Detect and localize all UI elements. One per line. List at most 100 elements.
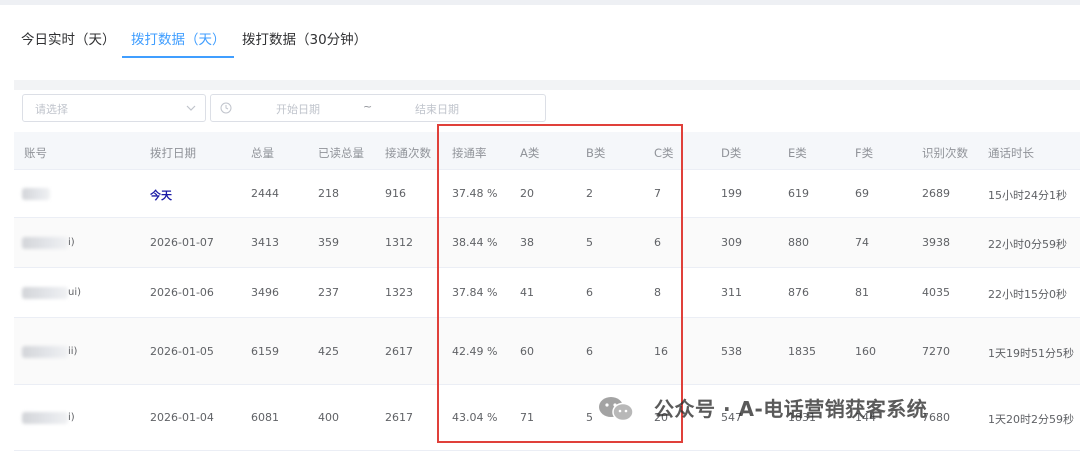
cell-c: 6 [654,236,661,249]
account-name-redacted [22,346,68,358]
cell-duration: 15小时24分1秒 [988,189,1067,202]
watermark-text: 公众号 · A-电话营销获客系统 [654,397,928,421]
account-name-redacted [22,188,50,200]
cell-f: 81 [855,286,869,299]
cell-a: 41 [520,286,534,299]
cell-total: 3413 [251,236,279,249]
cell-d: 538 [721,345,742,358]
account-name-redacted [22,237,68,249]
column-header-date: 拨打日期 [150,146,196,160]
cell-rate: 37.84 % [452,286,498,299]
column-header-read: 已读总量 [318,146,364,160]
account-select[interactable]: 请选择 [22,94,206,122]
account-name-suffix: i) [68,412,75,423]
cell-read: 425 [318,345,339,358]
cell-read: 400 [318,411,339,424]
date-range-separator: ~ [363,100,373,113]
table-row: i) 2026-01-07 3413 359 1312 38.44 % 38 5 6 309 880… [14,218,1080,268]
cell-read: 237 [318,286,339,299]
cell-b: 5 [586,236,593,249]
column-header-f: F类 [855,146,874,160]
account-name-suffix: i) [68,237,75,248]
cell-total: 6159 [251,345,279,358]
cell-date: 2026-01-06 [150,286,214,299]
cell-total: 2444 [251,187,279,200]
chevron-down-icon [186,105,196,111]
cell-b: 5 [586,411,593,424]
table-row: ui) 2026-01-06 3496 237 1323 37.84 % 41 6 8 311 87… [14,268,1080,318]
column-header-duration: 通话时长 [988,146,1034,160]
active-tab-indicator [122,56,234,58]
column-header-c: C类 [654,146,674,160]
cell-e: 876 [788,286,809,299]
cell-connected: 2617 [385,345,413,358]
table-header: 账号 拨打日期 总量 已读总量 接通次数 接通率 A类 B类 C类 D类 E类 F类 识别次数 通话时长 [14,132,1080,170]
tab-30min-call-data[interactable]: 拨打数据（30分钟） [242,28,367,48]
column-header-d: D类 [721,146,742,160]
cell-recognized: 3938 [922,236,950,249]
wechat-icon [599,397,634,422]
column-header-total: 总量 [251,146,274,160]
account-name-redacted [22,287,68,299]
cell-connected: 1312 [385,236,413,249]
cell-f: 69 [855,187,869,200]
cell-f: 160 [855,345,876,358]
cell-total: 3496 [251,286,279,299]
cell-c: 7 [654,187,661,200]
column-header-a: A类 [520,146,540,160]
column-header-connected: 接通次数 [385,146,431,160]
cell-connected: 1323 [385,286,413,299]
date-range-picker[interactable]: 开始日期 ~ 结束日期 [210,94,546,122]
cell-read: 359 [318,236,339,249]
cell-b: 6 [586,286,593,299]
account-name-suffix: ii) [68,346,78,357]
cell-recognized: 7270 [922,345,950,358]
cell-date: 2026-01-05 [150,345,214,358]
start-date-input[interactable]: 开始日期 [276,101,320,117]
cell-a: 60 [520,345,534,358]
tab-daily-call-data[interactable]: 拨打数据（天） [131,28,226,48]
cell-b: 6 [586,345,593,358]
clock-icon [220,102,232,114]
table-row: ii) 2026-01-05 6159 425 2617 42.49 % 60 6 16 538 1… [14,318,1080,385]
cell-rate: 43.04 % [452,411,498,424]
cell-d: 311 [721,286,742,299]
column-header-account: 账号 [24,146,47,160]
cell-e: 1835 [788,345,816,358]
account-select-placeholder: 请选择 [35,103,68,116]
cell-e: 880 [788,236,809,249]
cell-date: 今天 [150,189,172,202]
account-name-suffix: ui) [68,287,82,298]
cell-connected: 916 [385,187,406,200]
cell-a: 38 [520,236,534,249]
cell-recognized: 2689 [922,187,950,200]
account-name-redacted [22,412,68,424]
end-date-input[interactable]: 结束日期 [415,101,459,117]
cell-rate: 38.44 % [452,236,498,249]
cell-connected: 2617 [385,411,413,424]
cell-e: 619 [788,187,809,200]
table-row: 今天 2444 218 916 37.48 % 20 2 7 199 619 69 2689 15小时2… [14,170,1080,218]
cell-rate: 37.48 % [452,187,498,200]
column-header-b: B类 [586,146,606,160]
cell-c: 8 [654,286,661,299]
tab-bar: 今日实时（天） 拨打数据（天） 拨打数据（30分钟） [0,24,1080,60]
cell-duration: 22小时15分0秒 [988,288,1067,301]
top-bar [0,0,1080,5]
cell-date: 2026-01-04 [150,411,214,424]
cell-a: 20 [520,187,534,200]
cell-read: 218 [318,187,339,200]
cell-a: 71 [520,411,534,424]
cell-recognized: 4035 [922,286,950,299]
cell-c: 16 [654,345,668,358]
tab-today-realtime[interactable]: 今日实时（天） [21,28,116,48]
column-header-rate: 接通率 [452,146,487,160]
cell-d: 309 [721,236,742,249]
cell-duration: 1天20时2分59秒 [988,413,1074,426]
cell-rate: 42.49 % [452,345,498,358]
section-divider [14,80,1080,90]
cell-f: 74 [855,236,869,249]
cell-b: 2 [586,187,593,200]
column-header-recognized: 识别次数 [922,146,968,160]
cell-d: 199 [721,187,742,200]
